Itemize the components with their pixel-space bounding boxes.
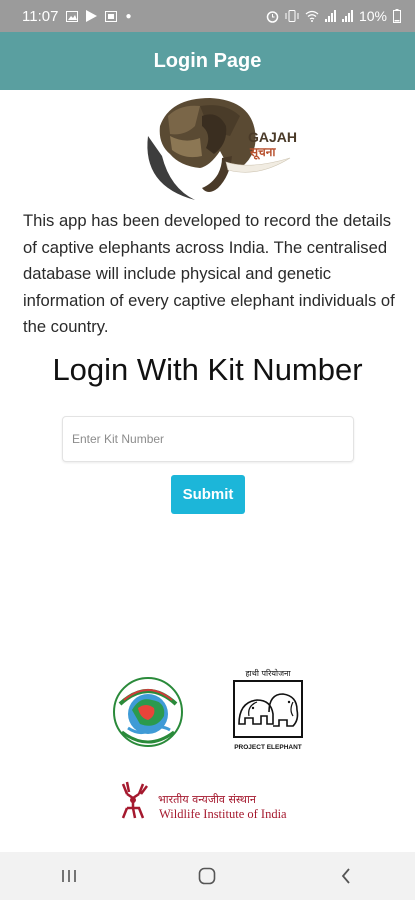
back-icon [341, 868, 350, 884]
image-icon [66, 10, 79, 22]
project-elephant-logo: हाथी परियोजना PROJECT ELEPHANT [233, 668, 303, 751]
gajah-suchana-logo: GAJAH सूचना [147, 98, 297, 200]
elephants-icon [233, 680, 303, 738]
navigation-bar [0, 852, 415, 900]
wifi-icon [305, 10, 319, 22]
recents-button[interactable] [39, 852, 99, 900]
submit-button[interactable]: Submit [171, 475, 245, 514]
logo-text-devanagari: सूचना [249, 145, 276, 160]
login-heading: Login With Kit Number [52, 352, 363, 387]
page-title: Login Page [153, 49, 262, 72]
alarm-icon [266, 10, 279, 23]
logo-text-latin: GAJAH [248, 129, 297, 145]
project-elephant-top-text: हाथी परियोजना [245, 669, 291, 678]
app-description: This app has been developed to record th… [23, 211, 395, 336]
app-bar: Login Page [0, 32, 415, 90]
home-icon [199, 867, 216, 885]
recents-icon [62, 870, 76, 882]
signal-icon [324, 10, 336, 22]
vibrate-icon [285, 10, 299, 22]
wii-english-name: Wildlife Institute of India [159, 807, 287, 821]
home-button[interactable] [177, 852, 237, 900]
dot-icon: ● [125, 10, 132, 22]
signal-icon [341, 10, 353, 22]
moef-logo-icon [113, 677, 183, 747]
gallery-icon [105, 10, 118, 22]
status-bar: 11:07 ● 10% [0, 0, 415, 32]
battery-icon [393, 9, 401, 23]
project-elephant-bottom-text: PROJECT ELEPHANT [234, 744, 302, 751]
play-store-icon [86, 10, 98, 22]
back-button[interactable] [316, 852, 376, 900]
status-time: 11:07 [22, 7, 59, 25]
kit-number-input[interactable] [62, 416, 354, 462]
wii-hindi-name: भारतीय वन्यजीव संस्थान [158, 793, 256, 806]
wii-deer-icon [121, 781, 148, 819]
battery-text: 10% [358, 8, 387, 24]
